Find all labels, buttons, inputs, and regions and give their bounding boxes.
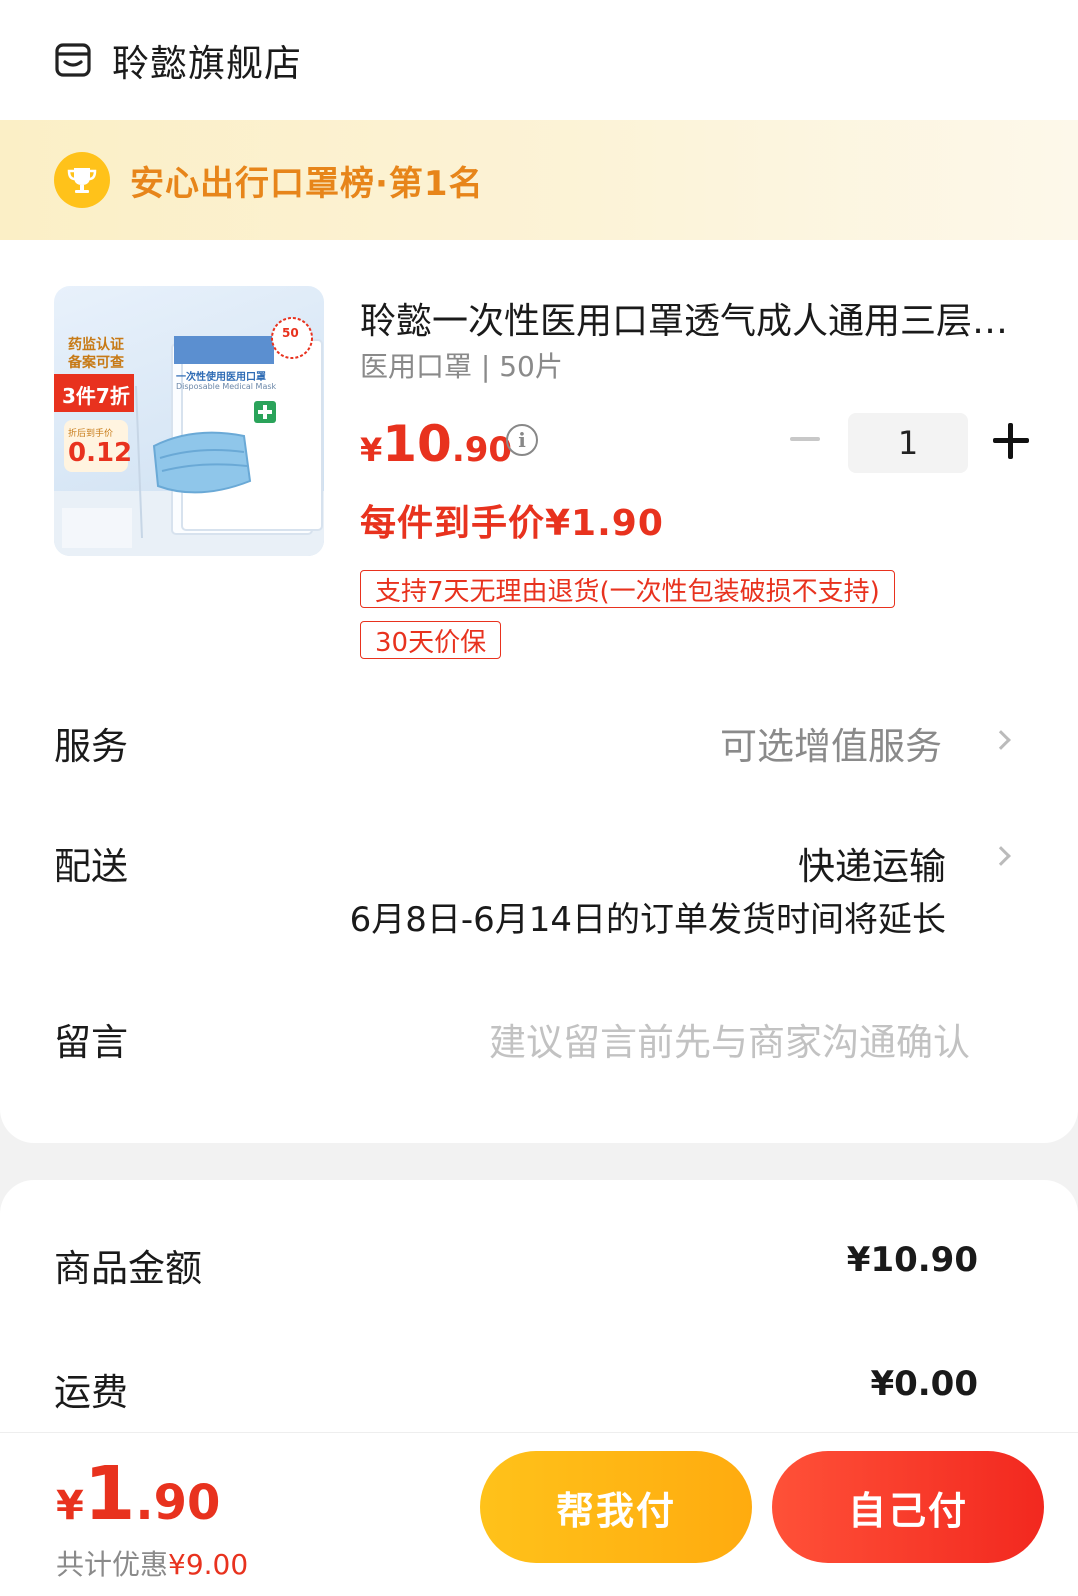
unit-price: 每件到手价¥1.90 — [360, 503, 664, 544]
message-label: 留言 — [54, 1021, 128, 1064]
thumb-pack-title: 一次性使用医用口罩 — [176, 372, 266, 383]
thumb-badge-text-2: 备案可查 — [68, 355, 124, 371]
chevron-right-icon[interactable] — [991, 730, 1011, 750]
quantity-decrease-button[interactable] — [790, 437, 820, 441]
message-input[interactable]: 建议留言前先与商家沟通确认 — [489, 1012, 970, 1066]
shipping-value: ¥0.00 — [870, 1364, 978, 1404]
help-pay-button[interactable]: 帮我付 — [480, 1451, 752, 1563]
thumb-price-value: 0.12 — [68, 438, 133, 468]
total-integer: 1 — [83, 1451, 136, 1537]
rank-text: 安心出行口罩榜·第1名 — [130, 163, 484, 204]
checkout-bar: ¥ 1 .90 共计优惠¥9.00 帮我付 自己付 — [0, 1432, 1078, 1596]
product-price: ¥ 10 .90 — [360, 415, 512, 473]
thumb-promo: 3件7折 — [62, 384, 130, 408]
price-integer: 10 — [382, 415, 452, 473]
service-value[interactable]: 可选增值服务 — [720, 716, 942, 770]
delivery-value[interactable]: 快递运输 — [798, 836, 946, 890]
trophy-icon — [54, 152, 110, 208]
thumb-count-badge: 50 — [282, 326, 299, 340]
self-pay-button[interactable]: 自己付 — [772, 1451, 1044, 1563]
store-icon — [55, 43, 91, 77]
shop-name[interactable]: 聆懿旗舰店 — [112, 33, 302, 87]
total-price: ¥ 1 .90 — [56, 1451, 220, 1537]
price-decimal: .90 — [451, 430, 513, 470]
goods-amount-label: 商品金额 — [54, 1247, 202, 1290]
product-spec[interactable]: 医用口罩 | 50片 — [360, 345, 563, 385]
goods-amount-value: ¥10.90 — [846, 1240, 978, 1280]
shop-header[interactable]: 聆懿旗舰店 — [0, 0, 1078, 120]
price-protection-tag: 30天价保 — [360, 621, 502, 659]
delivery-label: 配送 — [54, 845, 128, 888]
rank-banner[interactable]: 安心出行口罩榜·第1名 — [0, 120, 1078, 240]
product-thumbnail[interactable]: 药监认证 备案可查 3件7折 折后到手价 0.12 一次性使用医用口罩 Disp… — [54, 286, 324, 556]
thumb-badge-text: 药监认证 — [68, 337, 124, 353]
order-card: 聆懿旗舰店 安心出行口罩榜·第1名 药监认证 备案可查 3件7折 折后到手价 0… — [0, 0, 1078, 1143]
total-symbol: ¥ — [56, 1483, 84, 1529]
thumb-pack-title-en: Disposable Medical Mask — [176, 382, 277, 391]
delivery-note: 6月8日-6月14日的订单发货时间将延长 — [349, 900, 946, 940]
return-policy-tag: 支持7天无理由退货(一次性包装破损不支持) — [360, 570, 895, 608]
info-icon[interactable]: i — [506, 424, 538, 456]
shipping-label: 运费 — [54, 1371, 128, 1414]
discount-summary: 共计优惠¥9.00 — [56, 1543, 248, 1583]
discount-amount: ¥9.00 — [168, 1548, 249, 1581]
chevron-right-icon[interactable] — [991, 846, 1011, 866]
total-decimal: .90 — [135, 1475, 221, 1531]
quantity-increase-button[interactable] — [993, 423, 1029, 459]
price-symbol: ¥ — [360, 431, 383, 469]
product-title[interactable]: 聆懿一次性医用口罩透气成人通用三层防护口罩 — [360, 292, 1030, 344]
discount-label: 共计优惠 — [56, 1548, 169, 1581]
quantity-input[interactable]: 1 — [848, 413, 968, 473]
service-label: 服务 — [54, 725, 128, 768]
